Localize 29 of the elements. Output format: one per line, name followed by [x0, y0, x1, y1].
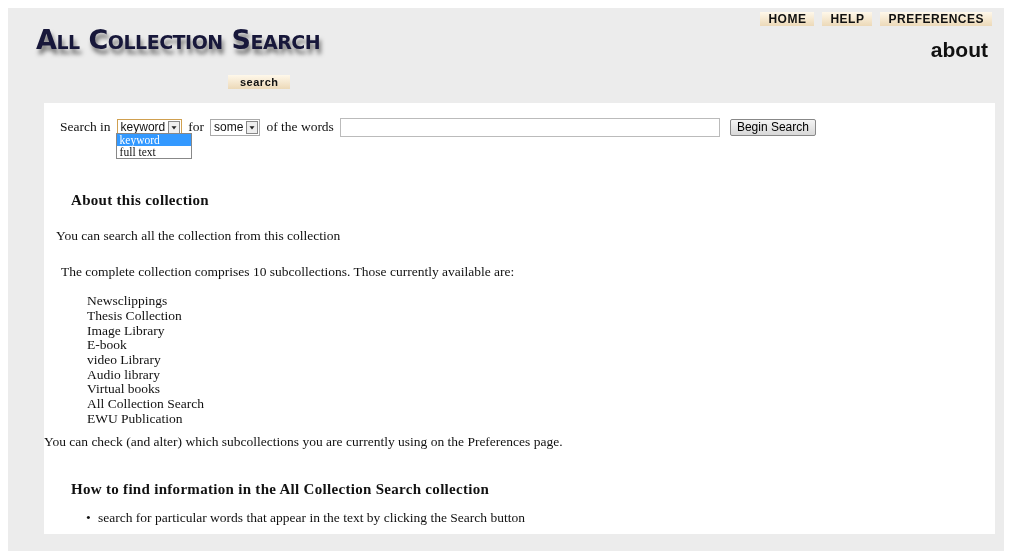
section-heading: How to find information in the All Collection Search collection: [71, 479, 491, 499]
intro-text: You can search all the collection from this collection: [56, 226, 342, 245]
dropdown-option[interactable]: full text: [116, 146, 191, 158]
bullet: •: [86, 509, 92, 528]
search-tab[interactable]: search: [228, 75, 291, 89]
nav-link[interactable]: HELP: [822, 12, 873, 26]
subcollection-link[interactable]: E-book: [87, 337, 127, 353]
subcollection-link[interactable]: EWU Publication: [87, 410, 183, 426]
nav-link[interactable]: PREFERENCES: [880, 12, 992, 26]
for-label: for: [188, 118, 205, 136]
subcollection-link[interactable]: Image Library: [87, 322, 165, 338]
words-label: of the words: [266, 118, 334, 136]
summary-text: The complete collection comprises 10 subcollections. Those currently available are:: [61, 263, 516, 281]
page-title: about: [930, 37, 988, 63]
subcollection-link[interactable]: All Collection Search: [87, 396, 204, 412]
mode-select[interactable]: some: [210, 118, 261, 136]
nav-link[interactable]: HOME: [760, 12, 815, 26]
site-logo: All Collection Search: [36, 26, 321, 53]
subcollection-link[interactable]: video Library: [87, 352, 161, 368]
search-in-label: Search in: [60, 118, 111, 136]
tip-text: search for particular words that appear in the text by clicking the Search button: [98, 509, 525, 528]
subcollection-link[interactable]: Virtual books: [87, 381, 161, 397]
section-heading: About this collection: [71, 191, 210, 211]
begin-search-button[interactable]: Begin Search: [729, 118, 816, 136]
subcollection-link[interactable]: Thesis Collection: [87, 307, 182, 323]
preferences-note: You can check (and alter) which subcollections you are currently using on the Preferences page.: [44, 432, 564, 451]
subcollection-link[interactable]: Audio library: [87, 366, 161, 382]
search-field[interactable]: [339, 117, 720, 137]
subcollection-link[interactable]: Newsclippings: [87, 293, 168, 309]
